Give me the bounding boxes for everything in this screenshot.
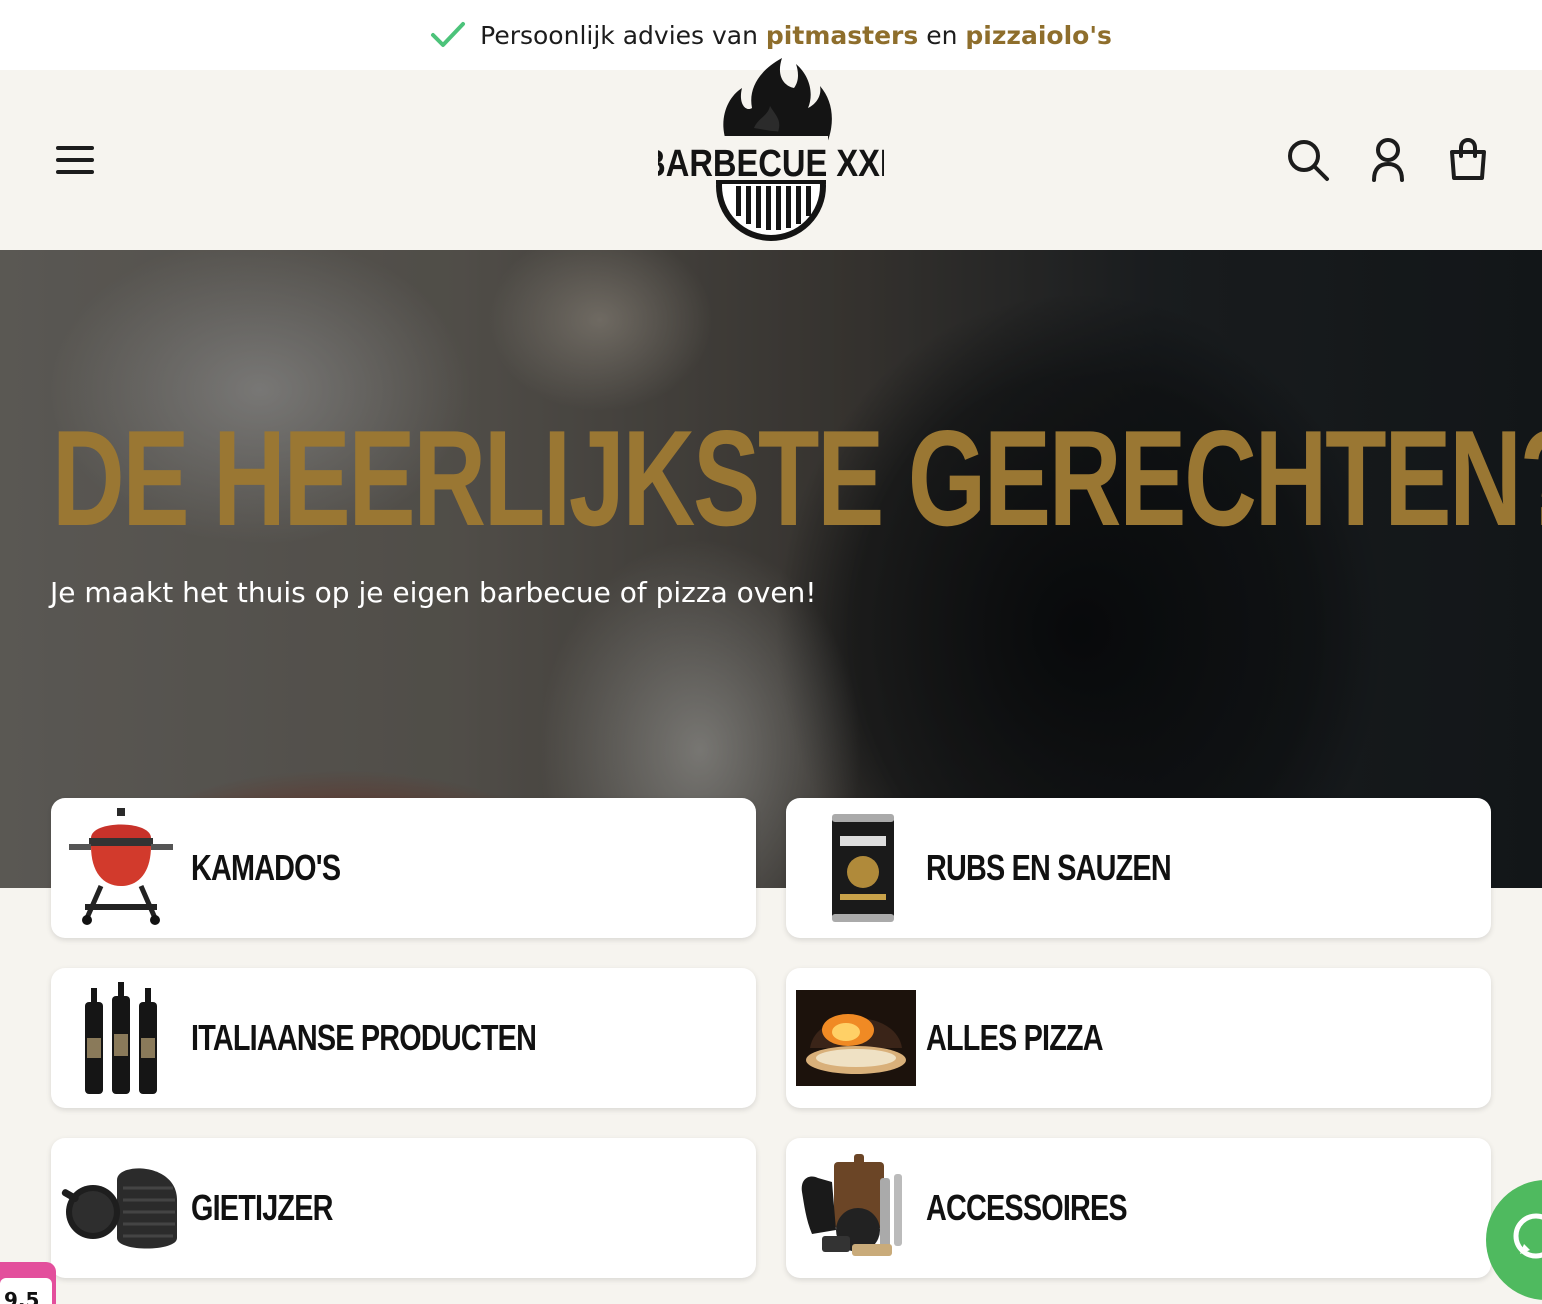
hero-title: DE HEERLIJKSTE GERECHTEN? — [52, 402, 1542, 554]
logo-text: BARBECUE XXL — [658, 142, 884, 185]
whatsapp-chat-button[interactable] — [1486, 1180, 1542, 1300]
logo[interactable]: BARBECUE XXL — [658, 58, 884, 242]
category-label-gietijzer: GIETIJZER — [191, 1187, 333, 1228]
kamado-grill-image — [69, 808, 173, 925]
rating-value: 9.5 — [0, 1278, 52, 1304]
category-card-rubs-en-sauzen[interactable]: RUBS EN SAUZEN — [786, 798, 1491, 938]
bbq-accessories-image — [801, 1154, 902, 1256]
category-label-accessoires: ACCESSOIRES — [926, 1187, 1128, 1228]
announcement-text: Persoonlijk advies van pitmasters en piz… — [480, 20, 1112, 50]
sauce-can-image — [832, 814, 894, 922]
category-label-italiaanse-producten: ITALIAANSE PRODUCTEN — [191, 1017, 537, 1058]
oil-bottles-image — [85, 982, 157, 1094]
whatsapp-icon — [1513, 1213, 1542, 1259]
rating-badge[interactable]: 9.5 — [0, 1262, 56, 1304]
cart-icon[interactable] — [1446, 138, 1490, 182]
announcement-highlight-pizzaiolos: pizzaiolo's — [965, 20, 1112, 50]
hero-banner: DE HEERLIJKSTE GERECHTEN? Je maakt het t… — [0, 250, 1542, 888]
check-icon — [431, 22, 466, 47]
hero-subtitle: Je maakt het thuis op je eigen barbecue … — [50, 576, 817, 609]
category-card-accessoires[interactable]: ACCESSOIRES — [786, 1138, 1491, 1278]
account-icon[interactable] — [1366, 138, 1410, 182]
cast-iron-pans-image — [61, 1168, 177, 1249]
menu-icon[interactable] — [56, 144, 96, 176]
category-card-italiaanse-producten[interactable]: ITALIAANSE PRODUCTEN — [51, 968, 756, 1108]
category-label-alles-pizza: ALLES PIZZA — [926, 1017, 1104, 1058]
announcement-highlight-pitmasters: pitmasters — [765, 20, 919, 50]
pizza-oven-image — [796, 990, 916, 1086]
search-icon[interactable] — [1286, 138, 1330, 182]
category-card-gietijzer[interactable]: GIETIJZER — [51, 1138, 756, 1278]
site-header: BARBECUE XXL — [0, 58, 1542, 250]
category-label-rubs-en-sauzen: RUBS EN SAUZEN — [926, 847, 1172, 888]
category-label-kamados: KAMADO'S — [191, 847, 341, 888]
category-card-kamados[interactable]: KAMADO'S — [51, 798, 756, 938]
category-card-alles-pizza[interactable]: ALLES PIZZA — [786, 968, 1491, 1108]
